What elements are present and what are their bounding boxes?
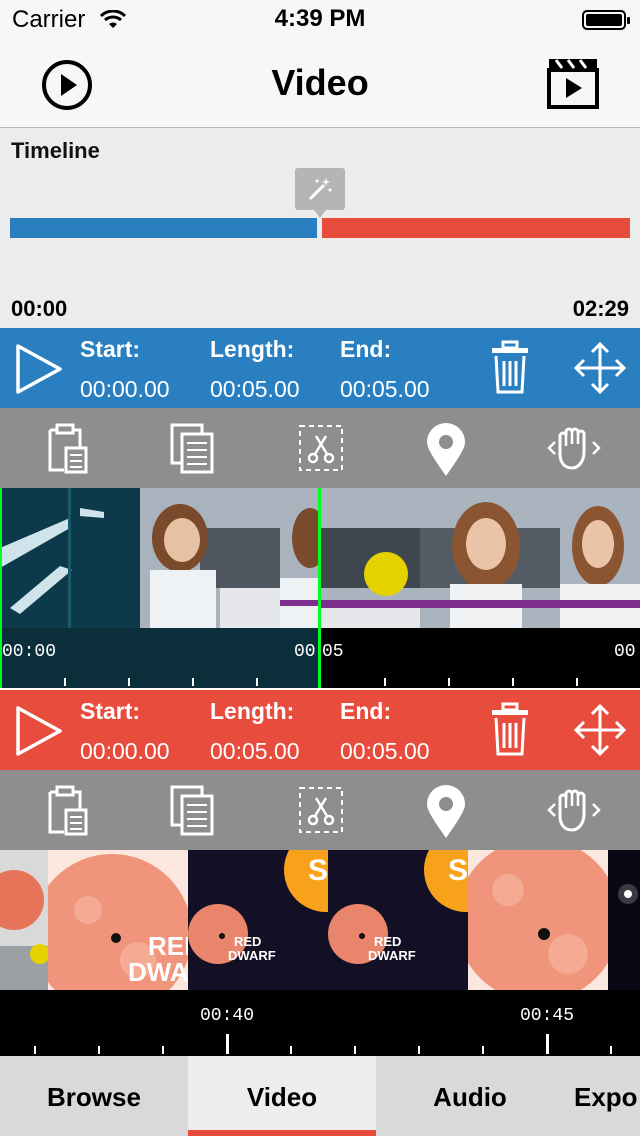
thumbnail-caption: S: [308, 854, 328, 887]
navigation-bar: Video: [0, 40, 640, 128]
thumbnail-caption: RED: [374, 934, 402, 949]
clip-2-toolbar: [0, 770, 640, 850]
clip-1-filmstrip[interactable]: [0, 488, 640, 628]
scissors-icon[interactable]: [298, 786, 344, 834]
film-clapper-icon[interactable]: [546, 56, 600, 110]
video-thumbnail: [140, 488, 280, 628]
timeline-end-time: 02:29: [572, 296, 629, 321]
ruler-label: 05: [322, 642, 344, 662]
clipboard-paste-icon[interactable]: [44, 422, 90, 476]
video-thumbnail: [608, 850, 640, 990]
length-label: Length:: [210, 698, 295, 724]
scissors-icon[interactable]: [298, 424, 344, 472]
timeline-panel: Timeline 00:00 02:29: [0, 128, 640, 328]
video-thumbnail: [0, 850, 48, 990]
end-label: End:: [340, 336, 392, 362]
magic-wand-button[interactable]: [295, 168, 345, 218]
ruler-label: 00:45: [520, 1006, 575, 1026]
clip-2-ruler: 00:40 00:45: [0, 990, 640, 1056]
thumbnail-caption: DWA: [128, 957, 188, 987]
clip-1-info-bar: Start: 00:00.00 Length: 00:05.00 End: 00…: [0, 328, 640, 408]
trash-icon[interactable]: [488, 340, 532, 396]
video-thumbnail: RED DWARF S: [328, 850, 468, 990]
thumbnail-caption: REI: [148, 931, 188, 961]
tab-audio[interactable]: Audio: [376, 1056, 564, 1136]
video-thumbnail: [468, 850, 608, 990]
video-thumbnail: [280, 488, 320, 628]
timeline-label: Timeline: [11, 138, 100, 163]
page-title: Video: [271, 62, 369, 103]
clip-1-toolbar: [0, 408, 640, 488]
tab-bar: Browse Video Audio Expo: [0, 1056, 640, 1136]
clip-2-info-bar: Start: 00:00.00 Length: 00:05.00 End: 00…: [0, 690, 640, 770]
clock: 4:39 PM: [274, 5, 366, 32]
thumbnail-caption: S: [448, 854, 468, 887]
video-thumbnail: [560, 488, 640, 628]
length-value: 00:05.00: [210, 738, 300, 764]
clip-2-filmstrip[interactable]: REI DWA RED DWARF S RED DWARF S: [0, 850, 640, 990]
clipboard-paste-icon[interactable]: [44, 784, 90, 838]
clip-1-ruler: 00:00 00 05 00: [0, 628, 640, 688]
timeline-segment-clip-2[interactable]: [322, 218, 630, 238]
ruler-label: 00: [614, 642, 636, 662]
video-thumbnail: RED DWARF S: [188, 850, 328, 990]
tab-export[interactable]: Expo: [564, 1056, 640, 1136]
location-pin-icon[interactable]: [424, 422, 468, 478]
video-thumbnail: [420, 488, 560, 628]
tab-browse[interactable]: Browse: [0, 1056, 188, 1136]
selection-handle-right[interactable]: [318, 488, 321, 628]
ruler-label: 00:40: [200, 1006, 255, 1026]
thumbnail-caption: RED: [234, 934, 262, 949]
end-value: 00:05.00: [340, 738, 430, 764]
play-icon[interactable]: [14, 704, 66, 758]
hand-grab-icon[interactable]: [546, 786, 602, 834]
copy-icon[interactable]: [168, 422, 218, 476]
tab-video[interactable]: Video: [188, 1056, 376, 1136]
ruler-label: 00:00: [2, 642, 57, 662]
move-arrows-icon[interactable]: [572, 702, 628, 758]
battery-icon: [582, 10, 630, 30]
start-label: Start:: [80, 336, 141, 362]
start-value: 00:00.00: [80, 376, 170, 402]
thumbnail-caption: DWARF: [368, 948, 416, 963]
hand-grab-icon[interactable]: [546, 424, 602, 472]
end-label: End:: [340, 698, 392, 724]
timeline-segment-clip-1[interactable]: [10, 218, 317, 238]
end-value: 00:05.00: [340, 376, 430, 402]
trash-icon[interactable]: [488, 702, 532, 758]
video-thumbnail: [320, 488, 420, 628]
start-value: 00:00.00: [80, 738, 170, 764]
start-label: Start:: [80, 698, 141, 724]
magic-wand-icon: [309, 178, 332, 200]
length-value: 00:05.00: [210, 376, 300, 402]
thumbnail-caption: DWARF: [228, 948, 276, 963]
timeline-start-time: 00:00: [11, 296, 68, 321]
video-thumbnail: [0, 488, 140, 628]
selection-handle-left[interactable]: [0, 488, 2, 628]
move-arrows-icon[interactable]: [572, 340, 628, 396]
copy-icon[interactable]: [168, 784, 218, 838]
location-pin-icon[interactable]: [424, 784, 468, 840]
play-icon[interactable]: [14, 342, 66, 396]
status-bar: Carrier 4:39 PM: [0, 0, 640, 40]
length-label: Length:: [210, 336, 295, 362]
video-thumbnail: REI DWA: [48, 850, 188, 990]
ruler-label: 00: [294, 642, 316, 662]
